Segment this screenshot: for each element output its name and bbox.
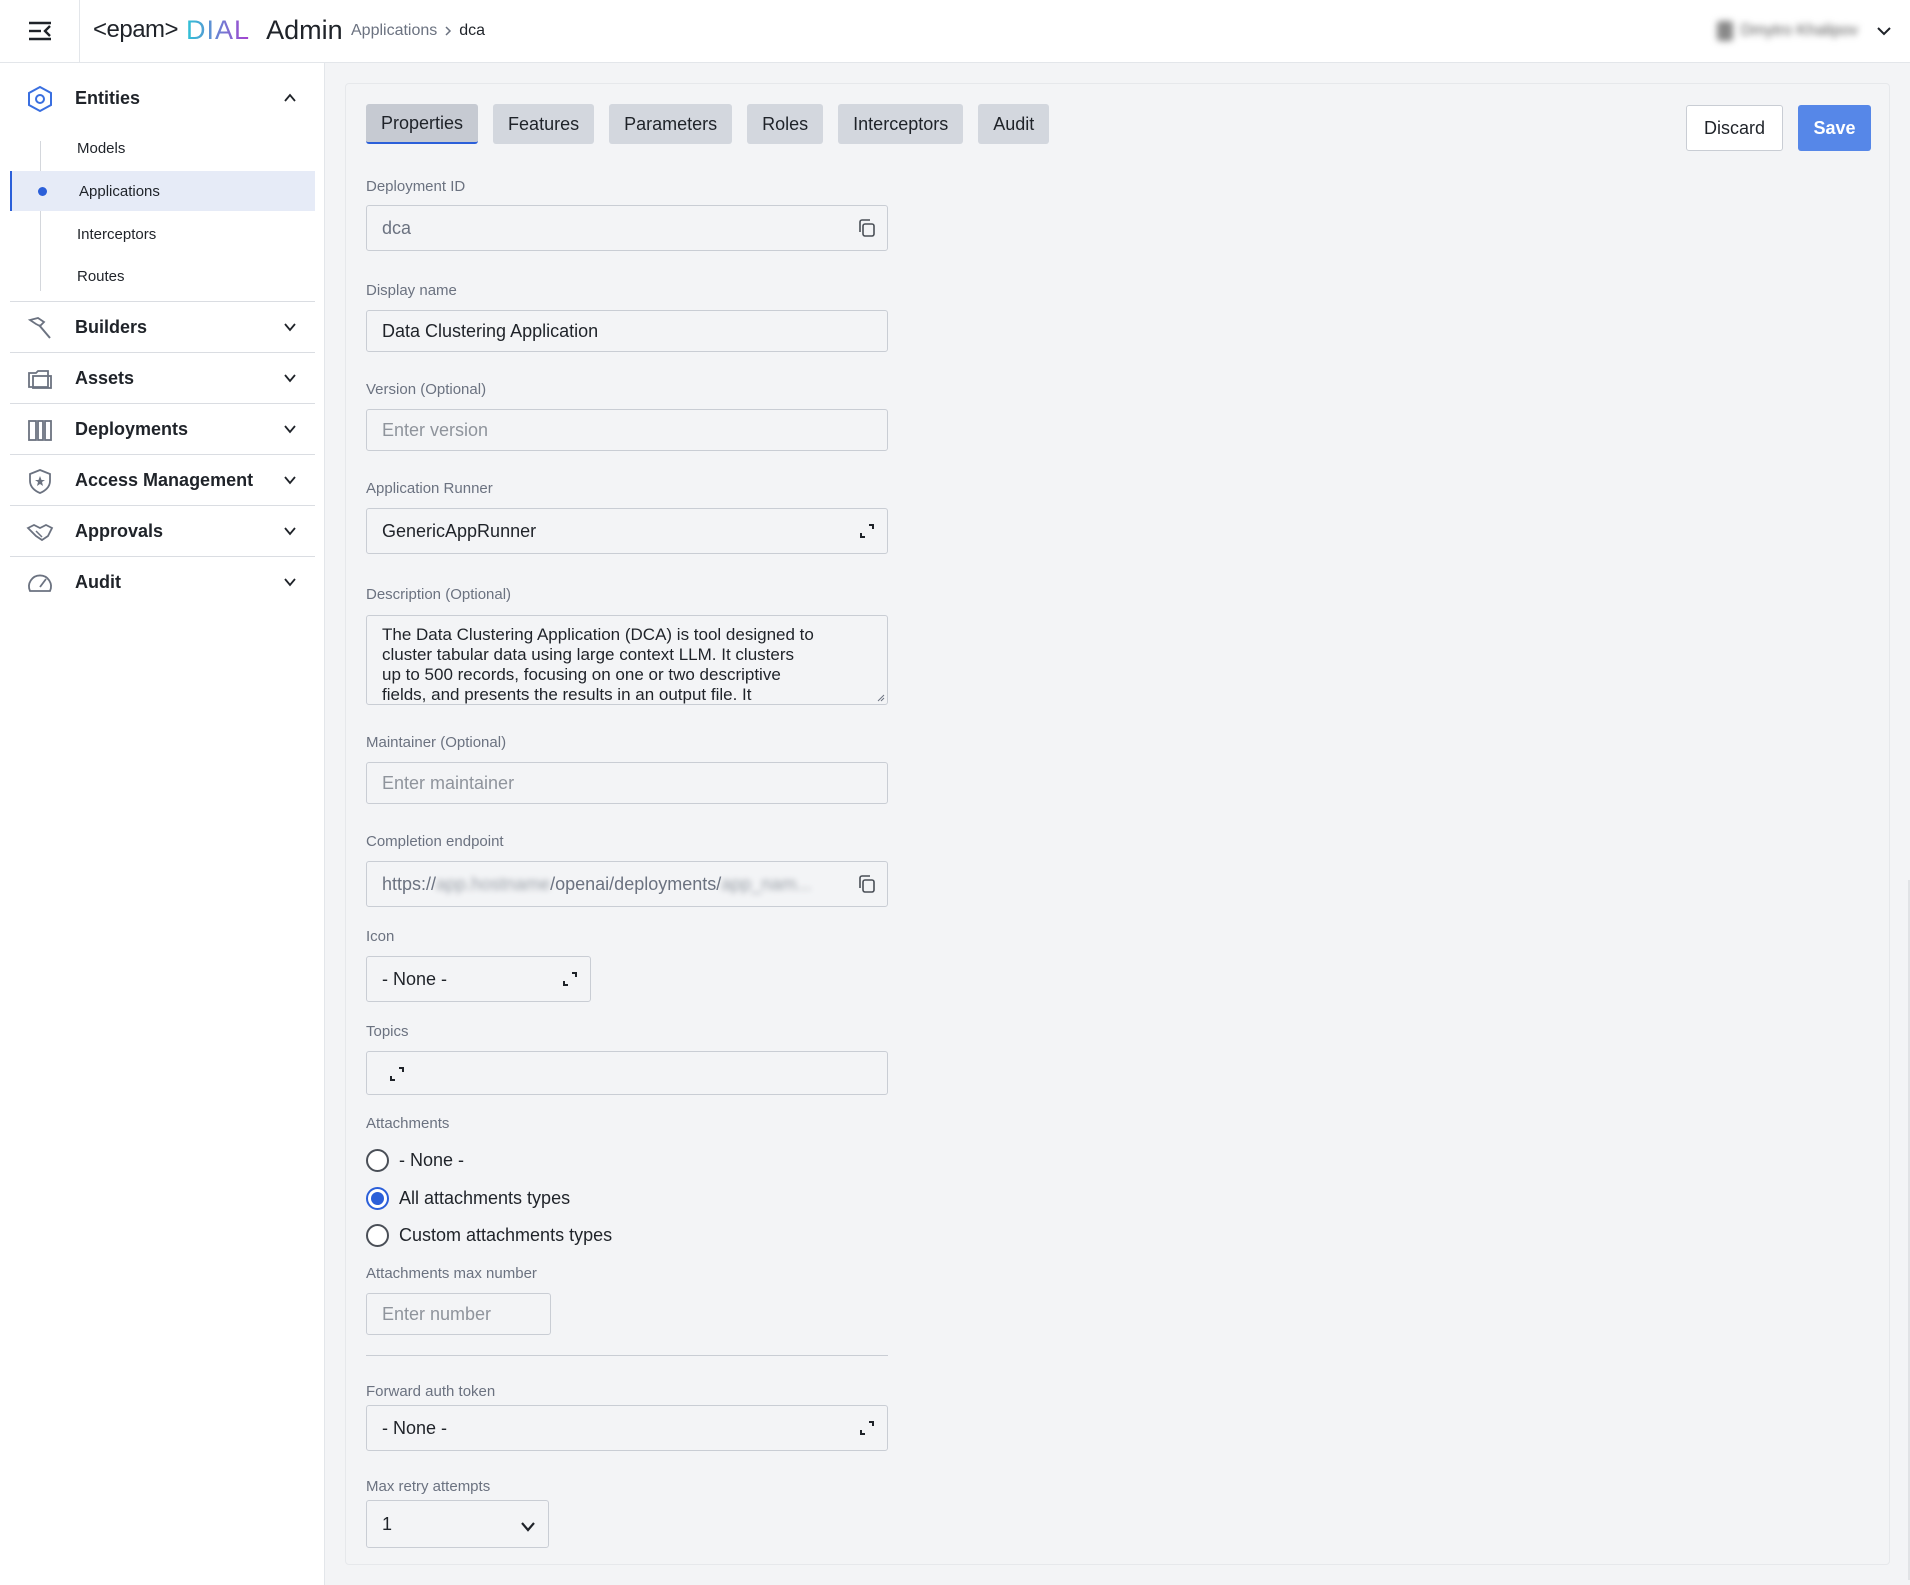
topics-label: Topics (366, 1023, 409, 1040)
version-label: Version (Optional) (366, 381, 487, 398)
copy-icon[interactable] (857, 874, 877, 894)
chevron-down-icon (284, 323, 296, 332)
chevron-right-icon (445, 26, 452, 36)
attachments-option-all[interactable]: All attachments types (366, 1185, 570, 1211)
breadcrumb: Applications dca (351, 22, 485, 40)
tab-roles[interactable]: Roles (747, 104, 824, 144)
menu-collapse-button[interactable] (0, 0, 80, 62)
logo-suffix: Admin (266, 14, 343, 45)
application-editor-panel: Properties Features Parameters Roles Int… (345, 83, 1890, 1565)
maintainer-label: Maintainer (Optional) (366, 734, 507, 751)
handshake-icon (26, 523, 54, 542)
expand-icon[interactable] (857, 521, 877, 541)
tab-features[interactable]: Features (493, 104, 595, 144)
save-button[interactable]: Save (1798, 105, 1871, 151)
chevron-down-icon (1877, 27, 1891, 36)
tab-interceptors[interactable]: Interceptors (838, 104, 964, 144)
completion-endpoint-field[interactable]: https://app.hostname/openai/deployments/… (366, 861, 888, 907)
display-name-input[interactable]: Data Clustering Application (366, 310, 888, 352)
attachments-option-custom[interactable]: Custom attachments types (366, 1222, 612, 1248)
deployment-id-label: Deployment ID (366, 178, 466, 195)
attachments-max-label: Attachments max number (366, 1265, 537, 1282)
sidebar-section-deployments[interactable]: Deployments (10, 404, 315, 454)
active-indicator (38, 187, 47, 196)
deployment-id-field[interactable]: dca (366, 205, 888, 251)
description-textarea[interactable]: The Data Clustering Application (DCA) is… (366, 615, 888, 705)
menu-collapse-icon (28, 21, 51, 41)
radio-button[interactable] (366, 1148, 389, 1172)
maintainer-input[interactable]: Enter maintainer (366, 762, 888, 804)
discard-button[interactable]: Discard (1686, 105, 1783, 151)
sidebar-section-label: Entities (75, 87, 141, 108)
application-runner-select[interactable]: GenericAppRunner (366, 508, 888, 554)
radio-button-checked[interactable] (366, 1186, 389, 1210)
sidebar-section-entities[interactable]: Entities (10, 73, 315, 123)
sidebar-item-interceptors[interactable]: Interceptors (10, 214, 315, 254)
avatar (1716, 21, 1733, 41)
sidebar-section-assets[interactable]: Assets (10, 353, 315, 403)
sidebar-section-audit[interactable]: Audit (10, 557, 315, 607)
breadcrumb-applications-link[interactable]: Applications (351, 22, 437, 40)
logo-product: DIAL (186, 15, 250, 45)
attachments-label: Attachments (366, 1115, 450, 1132)
sidebar-section-builders[interactable]: Builders (10, 302, 315, 352)
expand-icon[interactable] (560, 969, 580, 989)
tab-parameters[interactable]: Parameters (609, 104, 733, 144)
tab-bar: Properties Features Parameters Roles Int… (366, 104, 1050, 144)
tab-audit[interactable]: Audit (978, 104, 1050, 144)
user-name: Dmytro Khalipov (1740, 22, 1858, 39)
icon-label: Icon (366, 928, 395, 945)
chevron-down-icon (521, 1522, 535, 1532)
top-header: <epam> DIAL Admin Applications dca Dmytr… (0, 0, 1910, 63)
version-input[interactable]: Enter version (366, 409, 888, 451)
radio-button[interactable] (366, 1223, 389, 1247)
attachments-option-none[interactable]: - None - (366, 1147, 464, 1173)
folder-icon (28, 370, 52, 389)
chevron-down-icon (284, 374, 296, 383)
user-menu[interactable]: Dmytro Khalipov (1660, 0, 1910, 62)
icon-select[interactable]: - None - (366, 956, 591, 1002)
sidebar: Entities Models Applications Interceptor… (0, 63, 325, 1585)
completion-endpoint-label: Completion endpoint (366, 833, 504, 850)
deployments-icon (28, 420, 52, 441)
endpoint-host: app.hostname (436, 873, 551, 894)
hexagon-icon (28, 85, 52, 113)
max-retry-select[interactable]: 1 (366, 1500, 549, 1548)
sidebar-section-access-management[interactable]: Access Management (10, 455, 315, 505)
gauge-icon (28, 574, 52, 592)
svg-text:DIAL: DIAL (186, 15, 250, 45)
sidebar-item-applications[interactable]: Applications (10, 171, 315, 211)
display-name-label: Display name (366, 282, 457, 299)
chevron-down-icon (284, 425, 296, 434)
endpoint-app-name: app_nam... (721, 873, 812, 894)
breadcrumb-current: dca (459, 22, 486, 39)
max-retry-label: Max retry attempts (366, 1478, 491, 1495)
chevron-down-icon (284, 578, 296, 587)
forward-auth-token-select[interactable]: - None - (366, 1405, 888, 1451)
sidebar-section-approvals[interactable]: Approvals (10, 506, 315, 556)
hammer-icon (27, 317, 51, 339)
divider (366, 1355, 888, 1356)
sidebar-item-routes[interactable]: Routes (10, 256, 315, 296)
shield-star-icon (29, 469, 51, 494)
tab-properties[interactable]: Properties (366, 104, 479, 144)
chevron-up-icon (284, 93, 296, 102)
app-logo[interactable]: <epam> DIAL Admin (93, 12, 343, 48)
logo-brand: <epam> (93, 16, 179, 43)
copy-icon[interactable] (857, 218, 877, 238)
attachments-max-input[interactable]: Enter number (366, 1293, 551, 1335)
description-label: Description (Optional) (366, 586, 512, 603)
chevron-down-icon (284, 527, 296, 536)
application-runner-label: Application Runner (366, 480, 493, 497)
resize-handle-icon[interactable] (877, 694, 885, 702)
expand-icon[interactable] (857, 1418, 877, 1438)
topics-select[interactable] (366, 1051, 888, 1095)
sidebar-item-models[interactable]: Models (10, 128, 315, 168)
expand-icon[interactable] (387, 1064, 407, 1084)
forward-auth-token-label: Forward auth token (366, 1383, 496, 1400)
chevron-down-icon (284, 476, 296, 485)
